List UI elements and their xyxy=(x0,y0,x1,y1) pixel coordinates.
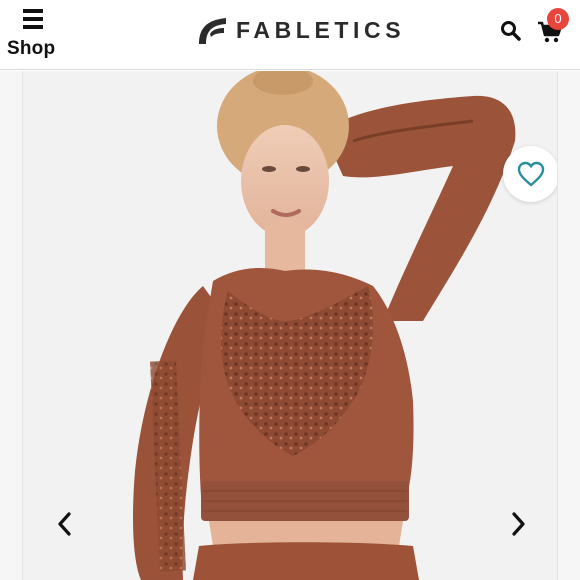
cart-count-badge: 0 xyxy=(547,8,569,30)
search-button[interactable] xyxy=(500,20,522,42)
brand-name: FABLETICS xyxy=(236,16,406,43)
hamburger-icon xyxy=(23,9,43,31)
brand-logo[interactable]: FABLETICS xyxy=(196,15,405,45)
shop-menu-label: Shop xyxy=(7,38,56,59)
search-icon xyxy=(501,21,521,41)
gallery-frame xyxy=(22,71,558,580)
favorite-button[interactable] xyxy=(503,146,557,202)
heart-icon xyxy=(517,161,545,187)
site-header: Shop FABLETICS 0 xyxy=(0,0,580,70)
chevron-left-icon xyxy=(58,512,71,536)
next-image-button[interactable] xyxy=(505,509,531,539)
fabletics-logo-mark xyxy=(199,18,226,44)
chevron-right-icon xyxy=(512,512,525,536)
product-image-gallery xyxy=(0,71,580,580)
previous-image-button[interactable] xyxy=(52,509,78,539)
shop-menu-button[interactable]: Shop xyxy=(4,4,56,64)
product-photo[interactable] xyxy=(23,71,558,580)
